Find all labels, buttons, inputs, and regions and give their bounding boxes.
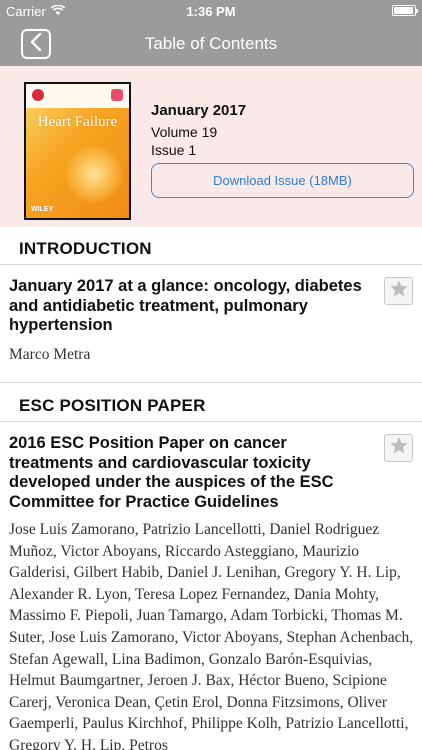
favorite-button[interactable]: [384, 277, 413, 305]
section-heading-label: INTRODUCTION: [19, 239, 152, 258]
society-logo-icon: [32, 89, 44, 101]
issue-volume: Volume 19: [151, 124, 218, 140]
heart-logo-icon: [111, 89, 123, 101]
issue-header: Heart Failure WILEY January 2017 Volume …: [0, 66, 422, 227]
issue-cover-image[interactable]: Heart Failure WILEY: [24, 82, 131, 220]
star-icon: [389, 279, 409, 303]
star-icon: [389, 436, 409, 460]
cover-artwork: [64, 144, 124, 204]
article-authors: Marco Metra: [9, 346, 91, 363]
article-authors: Jose Luis Zamorano, Patrizio Lancellotti…: [9, 521, 414, 750]
top-bar: Carrier 1:36 PM Table of Contents: [0, 0, 422, 66]
battery-icon: [392, 5, 418, 16]
issue-number: Issue 1: [151, 142, 197, 158]
download-issue-button[interactable]: Download Issue (18MB): [151, 163, 414, 198]
status-time: 1:36 PM: [186, 4, 236, 19]
status-bar: Carrier 1:36 PM: [0, 0, 422, 22]
issue-date: January 2017: [151, 102, 247, 119]
article-item[interactable]: January 2017 at a glance: oncology, diab…: [0, 265, 422, 382]
page-title: Table of Contents: [144, 34, 278, 53]
favorite-button[interactable]: [384, 434, 413, 462]
section-heading-label: ESC POSITION PAPER: [19, 396, 206, 415]
section-heading-introduction: INTRODUCTION: [0, 227, 422, 265]
divider: [0, 382, 422, 383]
cover-publisher: WILEY: [31, 206, 54, 213]
cover-title: Heart Failure: [37, 114, 118, 130]
article-title[interactable]: 2016 ESC Position Paper on cancer treatm…: [9, 434, 374, 512]
navigation-bar: Table of Contents: [0, 22, 422, 66]
section-heading-esc-position-paper: ESC POSITION PAPER: [0, 384, 422, 422]
article-item[interactable]: 2016 ESC Position Paper on cancer treatm…: [0, 422, 422, 750]
article-title[interactable]: January 2017 at a glance: oncology, diab…: [9, 277, 369, 336]
